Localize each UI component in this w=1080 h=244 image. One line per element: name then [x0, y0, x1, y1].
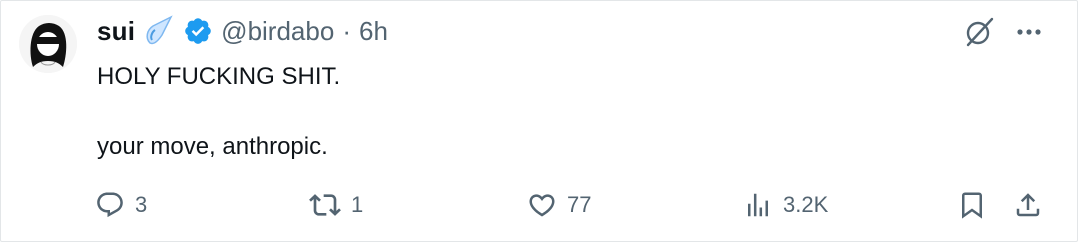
tweet-header: sui @birdabo · 6h [97, 13, 388, 49]
views-button[interactable]: 3.2K [743, 189, 828, 221]
like-count: 77 [567, 192, 592, 217]
separator-dot: · [342, 15, 351, 46]
like-button[interactable]: 77 [527, 189, 591, 221]
meteor-icon [141, 14, 175, 48]
views-icon [743, 190, 773, 220]
bookmark-icon [957, 190, 987, 220]
user-handle[interactable]: @birdabo [221, 16, 334, 47]
tweet-text-line: HOLY FUCKING SHIT. [97, 63, 341, 90]
share-icon [1013, 190, 1043, 220]
retweet-count: 1 [351, 192, 364, 217]
retweet-button[interactable]: 1 [309, 189, 363, 221]
views-count: 3.2K [783, 192, 829, 217]
avatar[interactable] [19, 15, 77, 73]
timestamp[interactable]: 6h [359, 16, 388, 47]
share-button[interactable] [1013, 189, 1043, 221]
retweet-icon [309, 189, 341, 221]
reply-count: 3 [135, 192, 148, 217]
bookmark-button[interactable] [957, 189, 987, 221]
reply-button[interactable]: 3 [95, 189, 147, 221]
more-icon[interactable] [1009, 15, 1049, 49]
verified-badge-icon[interactable] [183, 16, 213, 46]
tweet-card: sui @birdabo · 6h HOLY FUCKING SHIT. you… [0, 0, 1078, 242]
heart-icon [527, 190, 557, 220]
grok-icon[interactable] [959, 15, 999, 49]
reply-icon [95, 190, 125, 220]
display-name[interactable]: sui [97, 16, 135, 47]
tweet-text-line: your move, anthropic. [97, 133, 328, 160]
